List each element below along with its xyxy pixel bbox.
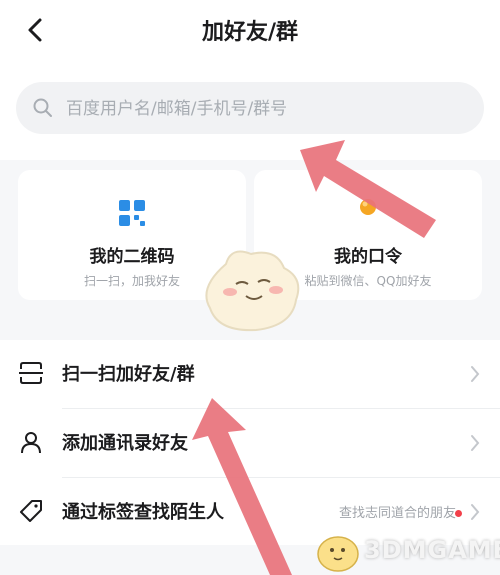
- search-icon: [33, 98, 52, 117]
- mascot-sticker: [205, 250, 300, 332]
- tag-icon: [20, 500, 42, 522]
- watermark-text: 3DMGAME: [364, 536, 500, 564]
- qr-grid-icon: [119, 200, 145, 226]
- notification-dot: [455, 510, 462, 517]
- page-title: 加好友/群: [201, 20, 299, 45]
- chevron-right-icon: [471, 435, 480, 451]
- coin-icon: [360, 199, 376, 215]
- list-item-scan[interactable]: 扫一扫加好友/群: [0, 340, 500, 408]
- bird-logo-icon: [317, 536, 359, 572]
- top-bar: 加好友/群: [0, 0, 500, 60]
- list-item-label: 添加通讯录好友: [62, 433, 188, 454]
- watermark-logo: 3DMGAME: [312, 528, 500, 574]
- search-section: [0, 60, 500, 160]
- list-item-contacts[interactable]: 添加通讯录好友: [0, 409, 500, 477]
- chevron-right-icon: [471, 366, 480, 382]
- search-bar[interactable]: [16, 82, 484, 136]
- list-item-label: 通过标签查找陌生人: [62, 502, 224, 523]
- search-input[interactable]: [64, 82, 478, 136]
- chevron-right-icon: [471, 504, 480, 520]
- list-item-label: 扫一扫加好友/群: [62, 364, 195, 385]
- contact-icon: [21, 432, 41, 454]
- list-item-hint: 查找志同道合的朋友: [338, 506, 456, 521]
- add-options-list: 扫一扫加好友/群 添加通讯录好友 通过标签查找陌生人 查找志同道合的朋友: [0, 340, 500, 545]
- scan-icon: [19, 362, 43, 384]
